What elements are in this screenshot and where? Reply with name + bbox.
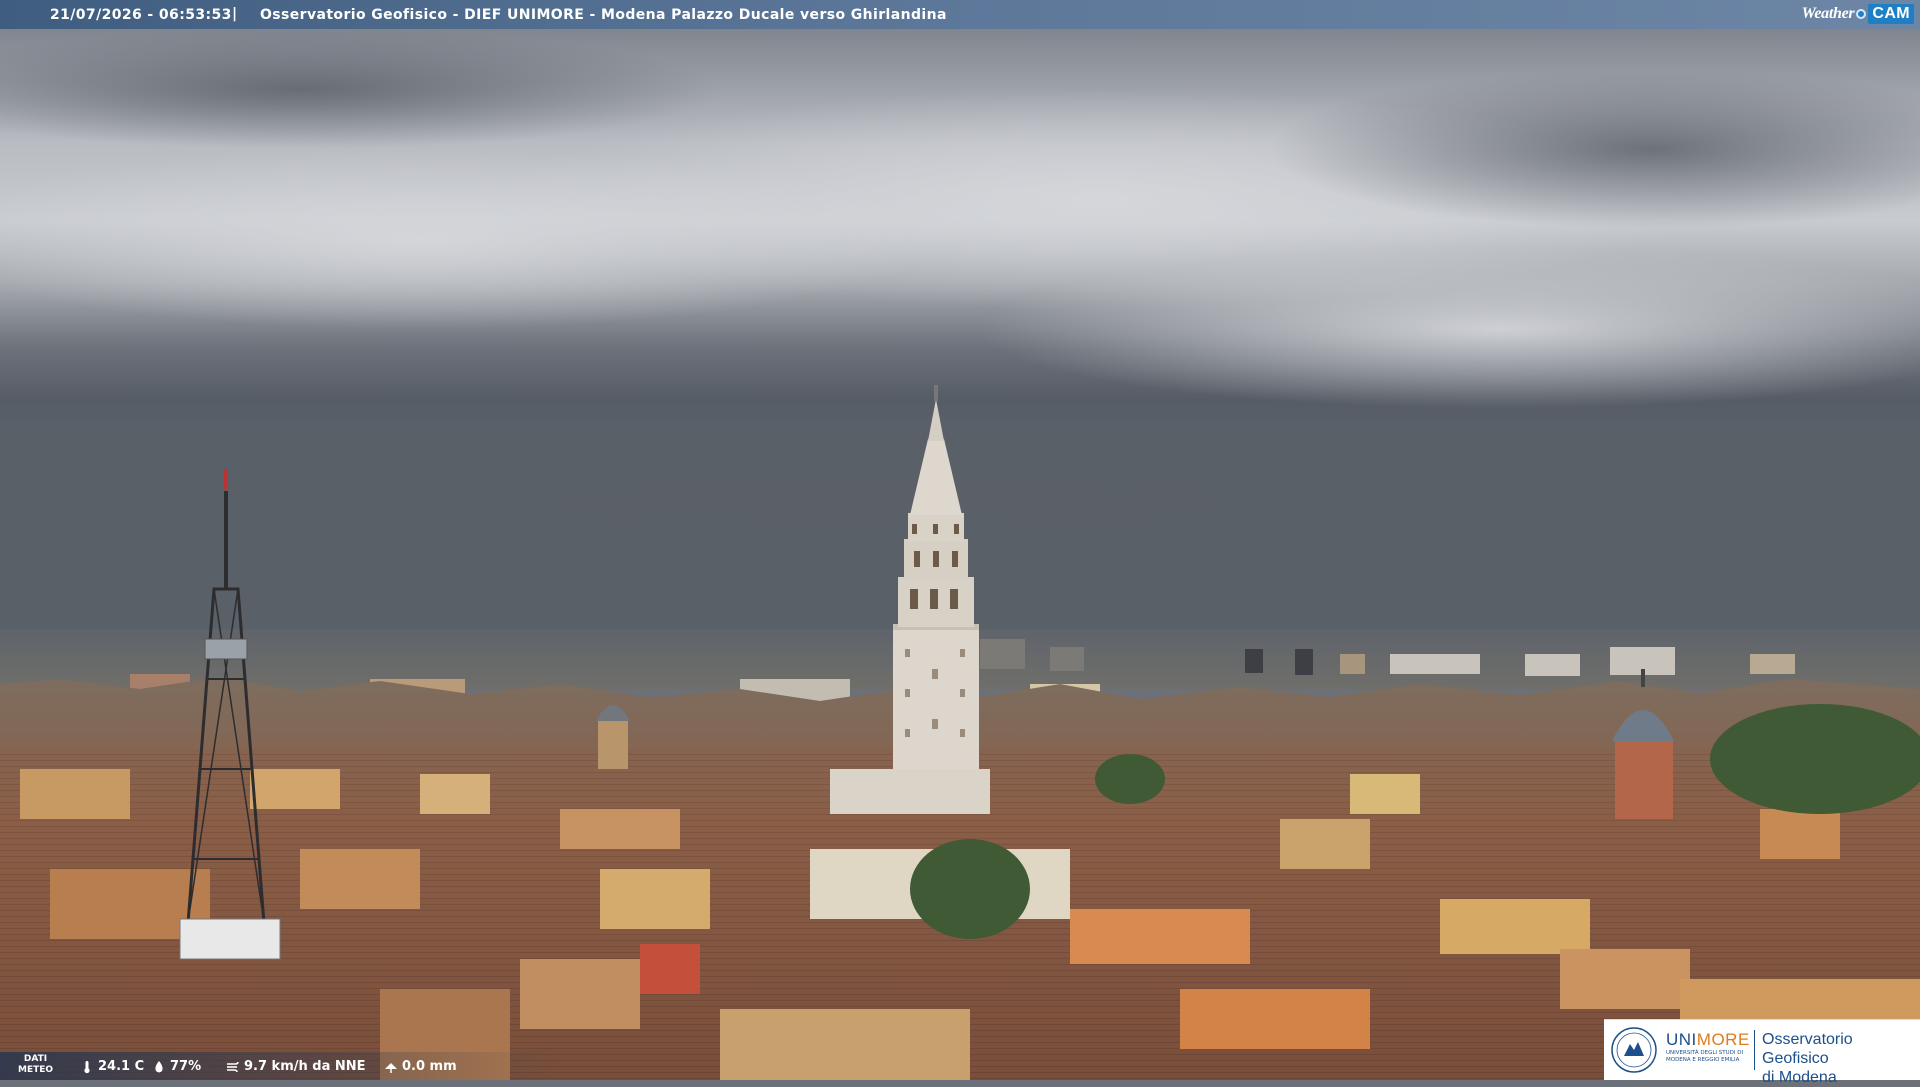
unimore-observatory-logo: UNIMORE UNIVERSITÀ DEGLI STUDI DI MODENA… [1604,1019,1920,1086]
globe-icon [1856,9,1867,19]
unimore-wordmark: UNIMORE [1666,1030,1750,1049]
weather-data-bar: DATI METEO 24.1 C 77% 9.7 km/h da NNE 0.… [0,1052,560,1080]
wind-icon [227,1061,239,1072]
logo-divider [1754,1030,1755,1070]
brand-weather: Weather [1801,5,1855,22]
wind-reading: 9.7 km/h da NNE [226,1059,366,1074]
brand-cam: CAM [1868,4,1914,24]
humidity-drop-icon [155,1060,163,1072]
weathercam-logo: Weather CAM [1802,3,1914,25]
university-seal-icon [1611,1027,1657,1073]
temperature-reading: 24.1 C [80,1059,144,1074]
small-dome [596,705,630,769]
weather-data-label: DATI METEO [18,1054,54,1075]
caption-separator: | [232,6,238,22]
location-caption: Osservatorio Geofisico - DIEF UNIMORE - … [260,7,947,23]
university-subtitle: UNIVERSITÀ DEGLI STUDI DI MODENA E REGGI… [1666,1050,1744,1063]
scene-svg [0,29,1920,1080]
rain-icon [385,1062,397,1073]
humidity-reading: 77% [152,1059,201,1074]
rain-reading: 0.0 mm [384,1059,457,1074]
webcam-image [0,29,1920,1080]
observatory-name: Osservatorio Geofisico di Modena [1762,1031,1853,1086]
caption-bar: 21/07/2026 - 06:53:53 | Osservatorio Geo… [0,0,1920,29]
timestamp: 21/07/2026 - 06:53:53 [50,7,232,23]
thermometer-icon [84,1060,90,1073]
